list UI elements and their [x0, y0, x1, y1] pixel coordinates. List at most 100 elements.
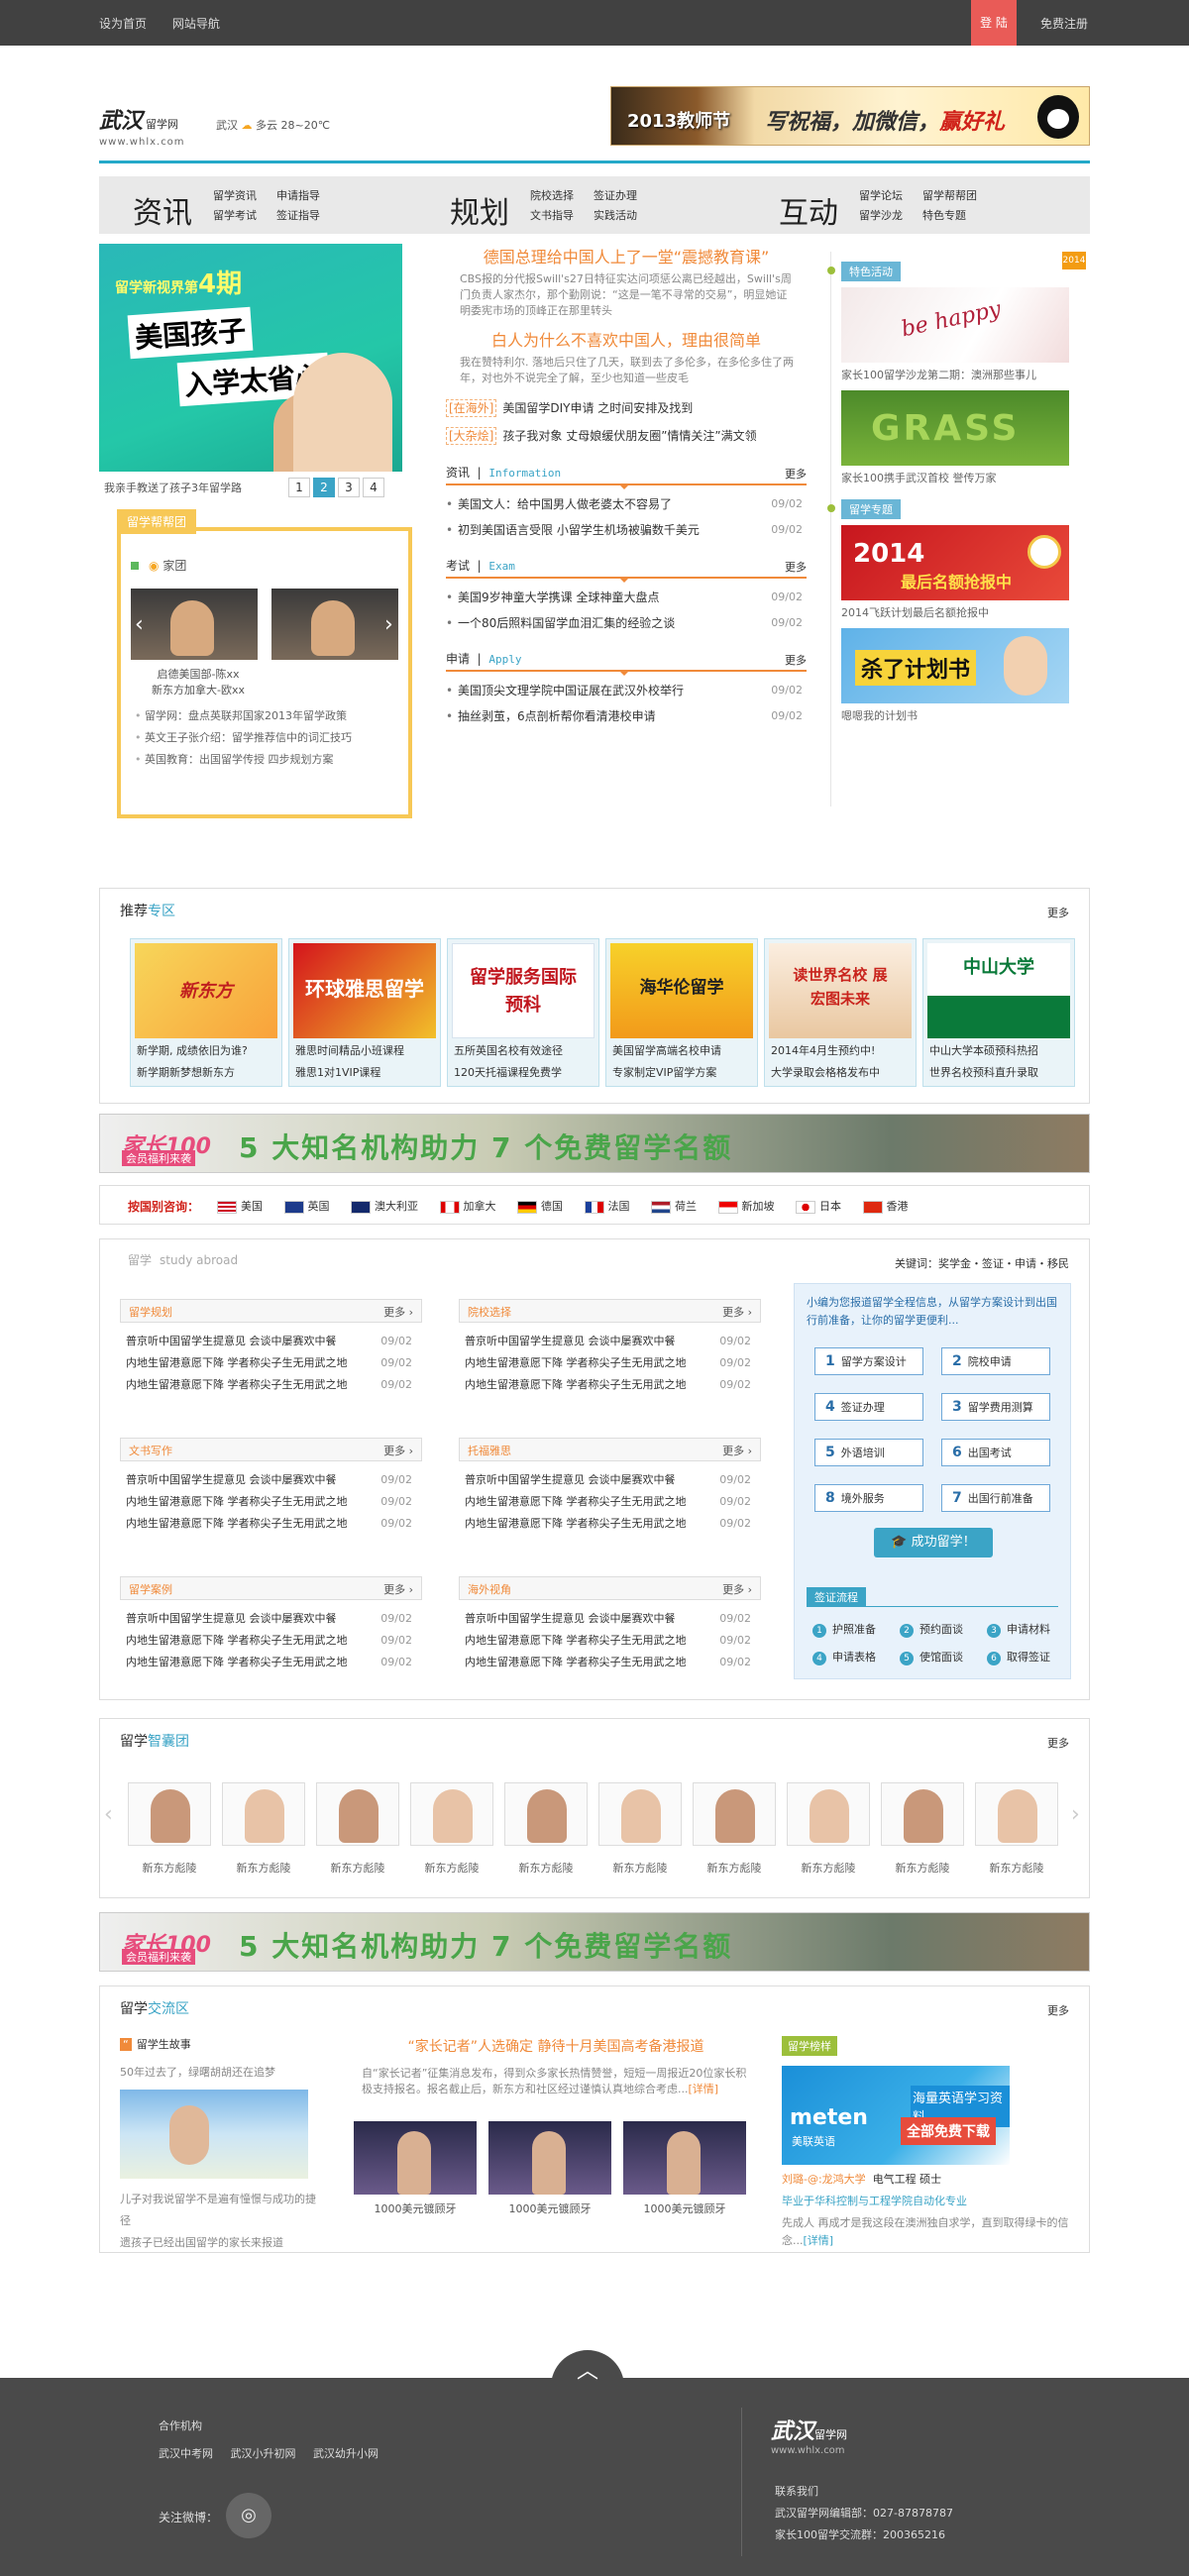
advisor-photo[interactable] — [881, 1782, 964, 1846]
advisor-name[interactable]: 新东方彪陵 — [598, 1860, 682, 1876]
story-image[interactable] — [120, 2090, 308, 2179]
advisor-name[interactable]: 新东方彪陵 — [787, 1860, 870, 1876]
slide-image[interactable]: 留学新视界第4期 美国孩子 入学太省心 — [99, 244, 402, 472]
story-link[interactable]: 儿子对我说留学不是遍有憧憬与成功的捷径 — [120, 2189, 318, 2232]
advisor-photo[interactable] — [504, 1782, 588, 1846]
teachers-day-banner[interactable]: 2013教师节 写祝福，加微信，赢好礼 — [610, 86, 1090, 146]
advisor-name[interactable]: 新东方彪陵 — [410, 1860, 493, 1876]
gallery-image[interactable] — [623, 2121, 746, 2195]
member-benefit-banner[interactable]: 家长100 会员福利来袭 5 大知名机构助力 7 个免费留学名额 — [99, 1912, 1090, 1972]
process-step[interactable]: 1 留学方案设计 — [814, 1347, 923, 1375]
partner-card[interactable]: 中山大学 中山大学本硕预科热招 世界名校预科直升录取 — [922, 938, 1075, 1087]
list-item[interactable]: 美国9岁神童大学携课 全球神童大盘点09/02 — [446, 585, 807, 610]
gallery-caption[interactable]: 1000美元镀顾牙 — [488, 2200, 611, 2216]
list-item[interactable]: 普京听中国留学生提意见 会谈中屡赛欢中餐 09/02 — [465, 1608, 761, 1630]
more-link[interactable]: 更多 › — [722, 1304, 752, 1320]
process-step[interactable]: 2 院校申请 — [941, 1347, 1050, 1375]
carousel-prev-icon[interactable]: ‹ — [104, 1802, 113, 1827]
list-item[interactable]: 英国教育：出国留学传授 四步规划方案 — [135, 749, 352, 771]
more-link[interactable]: 更多 › — [383, 1443, 413, 1458]
nav-link[interactable]: 留学帮帮团 — [922, 186, 986, 206]
more-link[interactable]: 更多 — [1047, 2002, 1069, 2018]
more-link[interactable]: 更多 — [1047, 1735, 1069, 1751]
category-title[interactable]: 文书写作 — [129, 1443, 172, 1458]
list-item[interactable]: 内地生留港意愿下降 学者称尖子生无用武之地 09/02 — [465, 1374, 761, 1396]
more-link[interactable]: 更多 › — [722, 1581, 752, 1597]
login-button[interactable]: 登 陆 — [971, 0, 1017, 46]
nav-link[interactable]: 申请指导 — [276, 186, 340, 206]
slide-page-button-active[interactable]: 2 — [313, 478, 335, 497]
advisor-photo[interactable] — [316, 1782, 399, 1846]
nav-title-interact[interactable]: 互动 — [779, 188, 838, 232]
nav-link[interactable]: 院校选择 — [530, 186, 594, 206]
success-button[interactable]: 🎓 成功留学！ — [874, 1528, 993, 1557]
register-link[interactable]: 免费注册 — [1040, 15, 1088, 32]
partner-card[interactable]: 留学服务国际预科 五所英国名校有效途径 120天托福课程免费学 — [447, 938, 599, 1087]
more-link[interactable]: 更多 — [1047, 905, 1069, 920]
activity-image[interactable]: GRASS — [841, 390, 1069, 466]
news-link[interactable]: 美国留学DIY申请 之时间安排及找到 — [502, 401, 693, 415]
story-link[interactable]: 遗孩子已经出国留学的家长来报道 — [120, 2232, 318, 2254]
advisor-name[interactable]: 新东方彪陵 — [222, 1860, 305, 1876]
list-item[interactable]: 普京听中国留学生提意见 会谈中屡赛欢中餐 09/02 — [126, 1469, 422, 1491]
weibo-icon[interactable]: ◎ — [226, 2493, 271, 2538]
carousel-prev-icon[interactable]: ‹ — [135, 612, 144, 637]
country-link-france[interactable]: 法国 — [584, 1198, 630, 1214]
category-title[interactable]: 托福雅思 — [468, 1443, 511, 1458]
list-item[interactable]: 普京听中国留学生提意见 会谈中屡赛欢中餐 09/02 — [126, 1608, 422, 1630]
topic-link[interactable]: 嗯嗯我的计划书 — [841, 707, 918, 723]
topic-image[interactable]: 杀了计划书 — [841, 628, 1069, 703]
activity-link[interactable]: 家长100携手武汉首校 誉传万家 — [841, 470, 997, 485]
partner-card[interactable]: 海华伦留学 美国留学高端名校申请 专家制定VIP留学方案 — [605, 938, 758, 1087]
category-tag[interactable]: [大杂烩] — [446, 427, 497, 445]
more-link[interactable]: 更多 — [785, 466, 807, 482]
advisor-name[interactable]: 启德美国部-陈xx — [131, 666, 266, 682]
category-title[interactable]: 留学案例 — [129, 1581, 172, 1597]
list-item[interactable]: 内地生留港意愿下降 学者称尖子生无用武之地 09/02 — [126, 1491, 422, 1513]
more-link[interactable]: 更多 › — [383, 1304, 413, 1320]
country-link-netherlands[interactable]: 荷兰 — [651, 1198, 697, 1214]
category-title[interactable]: 海外视角 — [468, 1581, 511, 1597]
list-item[interactable]: 留学网：盘点英联邦国家2013年留学政策 — [135, 705, 352, 727]
advisor-name[interactable]: 新东方彪陵 — [881, 1860, 964, 1876]
partner-card[interactable]: 读世界名校 展宏图未来 2014年4月生预约中! 大学录取会格格发布中 — [764, 938, 917, 1087]
nav-link[interactable]: 留学资讯 — [213, 186, 276, 206]
category-title[interactable]: 留学规划 — [129, 1304, 172, 1320]
topic-image[interactable]: 2014 最后名额抢报中 — [841, 525, 1069, 600]
nav-link[interactable]: 留学考试 — [213, 206, 276, 226]
details-link[interactable]: [详情] — [689, 2083, 719, 2095]
list-item[interactable]: 美国文人：给中国男人做老婆太不容易了09/02 — [446, 491, 807, 517]
process-step[interactable]: 3 留学费用测算 — [941, 1393, 1050, 1421]
list-item[interactable]: 内地生留港意愿下降 学者称尖子生无用武之地 09/02 — [465, 1652, 761, 1673]
list-item[interactable]: 一个80后照料国留学血泪汇集的经验之谈09/02 — [446, 610, 807, 636]
country-link-hongkong[interactable]: 香港 — [862, 1198, 909, 1214]
site-logo[interactable]: 武汉 留学网 www.whlx.com — [99, 103, 185, 148]
country-link-japan[interactable]: 日本 — [796, 1198, 841, 1214]
advisor-photo[interactable] — [975, 1782, 1058, 1846]
advisor-photo[interactable] — [271, 589, 398, 660]
activity-link[interactable]: 家长100留学沙龙第二期：澳洲那些事儿 — [841, 367, 1036, 382]
gallery-caption[interactable]: 1000美元镀顾牙 — [354, 2200, 477, 2216]
advisor-name[interactable]: 新东方加拿大-欧xx — [131, 682, 266, 698]
advisor-name[interactable]: 新东方彪陵 — [128, 1860, 211, 1876]
more-link[interactable]: 更多 — [785, 559, 807, 575]
gallery-caption[interactable]: 1000美元镀顾牙 — [623, 2200, 746, 2216]
advisor-photo[interactable] — [131, 589, 258, 660]
list-item[interactable]: 内地生留港意愿下降 学者称尖子生无用武之地 09/02 — [126, 1374, 422, 1396]
country-link-singapore[interactable]: 新加坡 — [717, 1198, 775, 1214]
nav-title-news[interactable]: 资讯 — [133, 188, 192, 232]
contact-us-link[interactable]: 联系我们 — [775, 2481, 953, 2503]
carousel-next-icon[interactable]: › — [384, 612, 393, 637]
list-item[interactable]: 内地生留港意愿下降 学者称尖子生无用武之地 09/02 — [126, 1652, 422, 1673]
category-title[interactable]: 院校选择 — [468, 1304, 511, 1320]
nav-link[interactable]: 特色专题 — [922, 206, 986, 226]
advisor-name[interactable]: 新东方彪陵 — [316, 1860, 399, 1876]
list-item[interactable]: 初到美国语言受限 小留学生机场被骗数千美元09/02 — [446, 517, 807, 543]
country-link-uk[interactable]: 英国 — [283, 1198, 330, 1214]
partner-card[interactable]: 新东方 新学期, 成绩依旧为谁? 新学期新梦想新东方 — [130, 938, 282, 1087]
process-step[interactable]: 6 出国考试 — [941, 1439, 1050, 1466]
category-tag[interactable]: [在海外] — [446, 399, 497, 417]
news-link[interactable]: 孩子我对象 丈母娘缓伏朋友圈”情情关注”满文领 — [502, 429, 756, 443]
gallery-image[interactable] — [488, 2121, 611, 2195]
slide-page-button[interactable]: 4 — [363, 478, 384, 497]
